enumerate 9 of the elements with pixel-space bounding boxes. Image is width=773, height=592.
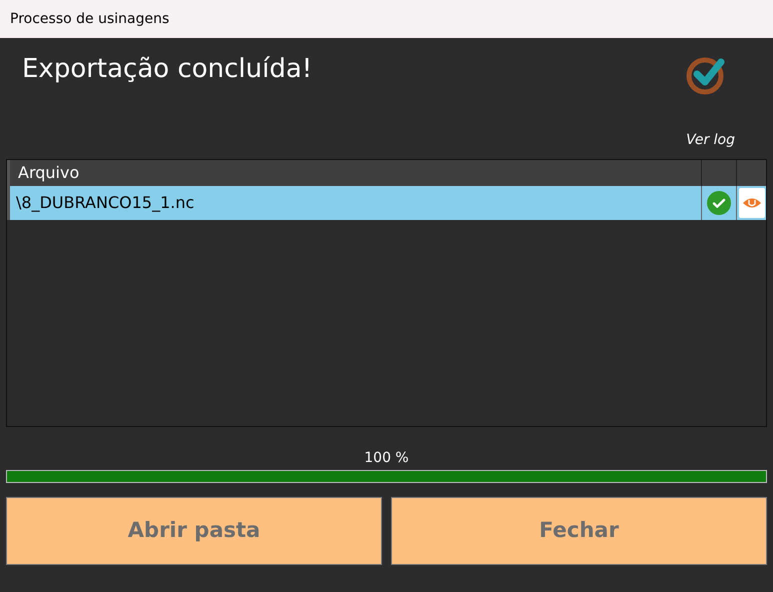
column-header: Arquivo <box>17 162 80 184</box>
file-name-cell-text: \8_DUBRANCO15_1.nc <box>15 192 196 214</box>
heading: Exportação concluída! <box>22 53 312 86</box>
view-button[interactable] <box>738 188 764 218</box>
table-row[interactable]: \8_DUBRANCO15_1.nc <box>7 186 766 220</box>
progress-label: 100 % <box>364 449 409 467</box>
view-log-link[interactable]: Ver log <box>686 130 735 151</box>
eye-icon <box>742 197 762 209</box>
window-title: Processo de usinagens <box>10 10 170 28</box>
